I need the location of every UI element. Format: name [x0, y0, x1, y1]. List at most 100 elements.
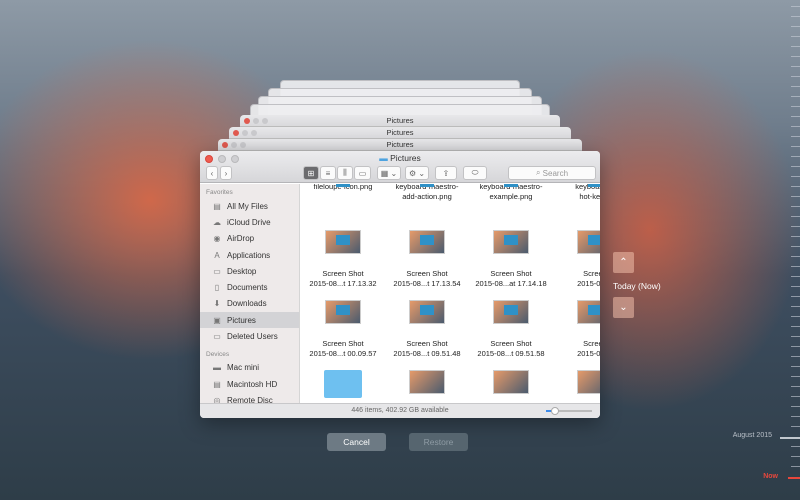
file-item[interactable]: fileloupe-icon.png: [301, 184, 385, 192]
back-button[interactable]: ‹: [206, 166, 218, 180]
timeline-tick: [791, 46, 800, 47]
sidebar-item-desktop[interactable]: ▭ Desktop: [200, 263, 299, 279]
timeline-tick: [791, 16, 800, 17]
file-item[interactable]: Screen Shot 2015-08...at 17.14.18: [469, 230, 553, 289]
file-name-line2: 2015-08...at 17.14.18: [475, 279, 547, 288]
timeline-tick: [791, 366, 800, 367]
file-item[interactable]: [553, 370, 600, 403]
sidebar-item-label: Deleted Users: [227, 332, 278, 342]
file-thumbnail: [577, 370, 600, 394]
toolbar: ▬ Pictures ‹ › ⊞ ≡ ⫼ ▭ ▦ ⌄ ⚙ ⌄ ⇪ ⬭ ⌕ Sea…: [200, 151, 600, 183]
folder-icon: ▬: [379, 153, 388, 163]
timeline-now-label[interactable]: Now: [763, 473, 778, 480]
file-item[interactable]: keyboard-maestro-example.png: [469, 184, 553, 202]
timeline-tick: [791, 306, 800, 307]
timeline-month-tick: [780, 437, 800, 439]
sidebar-item-label: All My Files: [227, 201, 268, 211]
timeline-tick: [791, 86, 800, 87]
sidebar-item-downloads[interactable]: ⬇ Downloads: [200, 296, 299, 312]
sidebar-item-label: Macintosh HD: [227, 379, 278, 389]
sidebar-item-label: Mac mini: [227, 363, 260, 373]
file-thumbnail: [409, 230, 445, 254]
sidebar-item-macintosh-hd[interactable]: ▤ Macintosh HD: [200, 376, 299, 392]
backup-window-titlebar[interactable]: Pictures: [229, 127, 571, 139]
file-item[interactable]: keyboard-mhot-key-n: [553, 184, 600, 202]
file-item[interactable]: [469, 370, 553, 403]
timeline-tick: [791, 166, 800, 167]
newer-backup-button[interactable]: ⌃: [613, 252, 634, 273]
timeline-tick: [791, 246, 800, 247]
file-item[interactable]: Screen2015-09...t: [553, 300, 600, 359]
timeline-tick: [791, 386, 800, 387]
timeline-tick: [791, 406, 800, 407]
timeline-tick: [791, 336, 800, 337]
file-item[interactable]: Screen Shot 2015-08...t 17.13.54: [385, 230, 469, 289]
restore-button[interactable]: Restore: [409, 433, 468, 451]
share-button[interactable]: ⇪: [435, 166, 457, 180]
action-button[interactable]: ⚙ ⌄: [405, 166, 429, 180]
column-view-button[interactable]: ⫼: [337, 166, 353, 180]
icon-view-button[interactable]: ⊞: [303, 166, 319, 180]
sidebar-item-pictures[interactable]: ▣ Pictures: [200, 312, 299, 329]
documents-icon: ▯: [214, 283, 220, 293]
airdrop-icon: ◉: [213, 234, 221, 244]
file-name-line1: Screen Shot: [490, 269, 532, 278]
favorites-header: Favorites: [206, 189, 233, 196]
sidebar-item-applications[interactable]: A Applications: [200, 247, 299, 263]
file-item[interactable]: Screen Shot 2015-08...t 17.13.32: [301, 230, 385, 289]
timeline[interactable]: [770, 0, 800, 500]
timeline-month-label[interactable]: August 2015: [733, 432, 772, 439]
file-item[interactable]: Screen Shot 2015-08...t 09.51.58: [469, 300, 553, 359]
file-thumbnail: [325, 300, 361, 324]
timeline-tick: [791, 76, 800, 77]
icloud-drive-icon: ☁: [213, 217, 221, 227]
search-icon: ⌕: [535, 168, 541, 177]
timeline-tick: [791, 36, 800, 37]
file-item[interactable]: Screen Shot 2015-08...t 00.09.57: [301, 300, 385, 359]
timeline-tick: [791, 446, 800, 447]
status-text: 446 items, 402.92 GB available: [351, 407, 449, 414]
timeline-tick: [791, 56, 800, 57]
file-name-line2: hot-key-n: [579, 192, 600, 201]
file-item[interactable]: [385, 370, 469, 403]
coverflow-view-button[interactable]: ▭: [354, 166, 371, 180]
cancel-button[interactable]: Cancel: [327, 433, 386, 451]
sidebar-item-deleted-users[interactable]: ▭ Deleted Users: [200, 328, 299, 344]
sidebar-item-label: AirDrop: [227, 234, 255, 244]
file-item[interactable]: Screen2015-08...t: [553, 230, 600, 289]
folder-icon: [324, 370, 362, 398]
backup-window-titlebar[interactable]: Pictures: [240, 115, 560, 127]
file-name-line2: 2015-08...t: [577, 279, 600, 288]
timeline-tick: [791, 286, 800, 287]
applications-icon: A: [214, 250, 220, 260]
file-name-line2: 2015-09...t: [577, 349, 600, 358]
sidebar-item-airdrop[interactable]: ◉ AirDrop: [200, 231, 299, 247]
timeline-tick: [791, 136, 800, 137]
search-field[interactable]: ⌕ Search: [508, 166, 596, 180]
timeline-tick: [791, 346, 800, 347]
sidebar-item-documents[interactable]: ▯ Documents: [200, 279, 299, 295]
file-name-line1: Screen: [583, 269, 600, 278]
file-item[interactable]: keyboard-maestro-add-action.png: [385, 184, 469, 202]
backup-window-titlebar[interactable]: Pictures: [218, 139, 582, 151]
list-view-button[interactable]: ≡: [320, 166, 336, 180]
file-item[interactable]: Screen Shot 2015-08...t 09.51.48: [385, 300, 469, 359]
file-name-line2: add-action.png: [402, 192, 452, 201]
sidebar-item-mac-mini[interactable]: ▬ Mac mini: [200, 360, 299, 376]
tags-button[interactable]: ⬭: [463, 166, 487, 180]
file-thumbnail: [493, 300, 529, 324]
file-name-line2: 2015-08...t 17.13.54: [393, 279, 461, 288]
forward-button[interactable]: ›: [220, 166, 232, 180]
sidebar-item-icloud-drive[interactable]: ☁ iCloud Drive: [200, 214, 299, 230]
chevron-down-icon: ⌄: [619, 302, 628, 313]
icon-size-slider[interactable]: [546, 407, 592, 415]
file-item[interactable]: [301, 370, 385, 398]
sidebar-item-all-my-files[interactable]: ▤ All My Files: [200, 198, 299, 214]
timeline-tick: [791, 356, 800, 357]
arrange-button[interactable]: ▦ ⌄: [377, 166, 401, 180]
older-backup-button[interactable]: ⌄: [613, 297, 634, 318]
finder-window: ▬ Pictures ‹ › ⊞ ≡ ⫼ ▭ ▦ ⌄ ⚙ ⌄ ⇪ ⬭ ⌕ Sea…: [200, 151, 600, 418]
timeline-tick: [791, 6, 800, 7]
file-name-line2: 2015-08...t 00.09.57: [309, 349, 377, 358]
current-backup-label: Today (Now): [613, 281, 661, 291]
